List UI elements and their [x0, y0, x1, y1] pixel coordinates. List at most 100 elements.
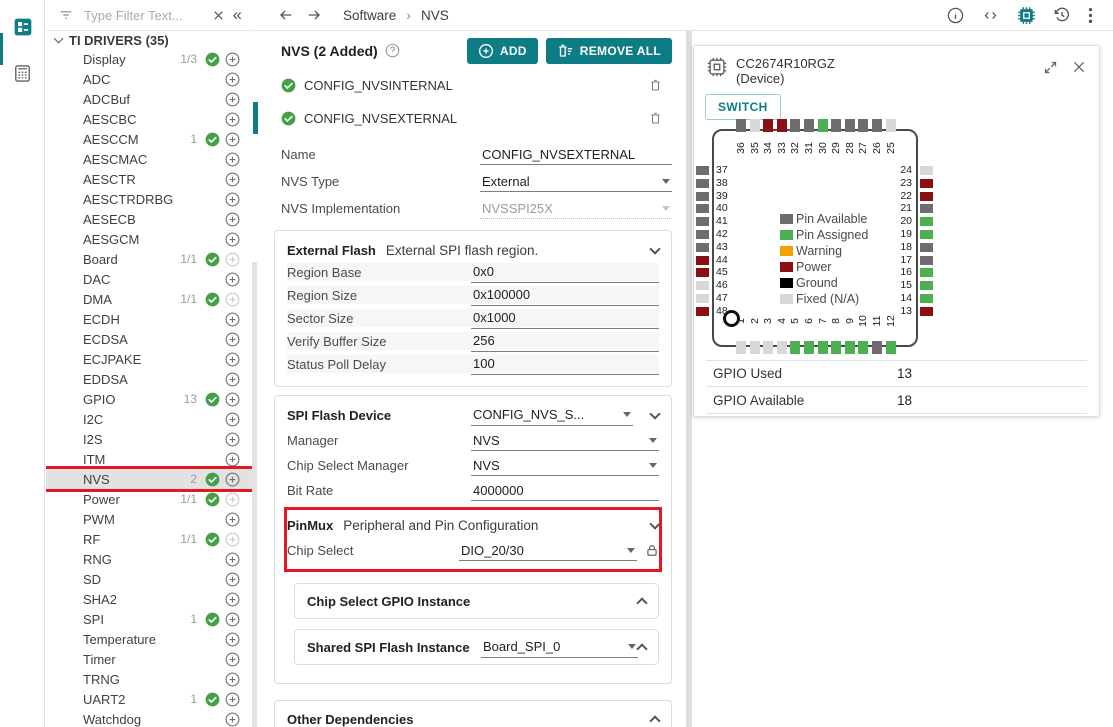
- shared-spi-flash-instance-section[interactable]: Shared SPI Flash Instance Board_SPI_0: [294, 629, 659, 665]
- filter-input[interactable]: [82, 7, 204, 24]
- help-icon[interactable]: [385, 43, 400, 58]
- pin-2[interactable]: [750, 341, 760, 354]
- pin-4[interactable]: [777, 341, 787, 354]
- pin-41[interactable]: [696, 217, 709, 226]
- more-icon[interactable]: [1088, 7, 1093, 24]
- tree-group-header[interactable]: TI DRIVERS (35): [46, 31, 252, 49]
- sidebar-item-watchdog[interactable]: Watchdog: [46, 709, 252, 727]
- sidebar-item-dac[interactable]: DAC: [46, 269, 252, 289]
- sidebar-item-rf[interactable]: RF1/1: [46, 529, 252, 549]
- breadcrumb-software[interactable]: Software: [343, 8, 396, 23]
- pin-39[interactable]: [696, 192, 709, 201]
- pin-7[interactable]: [818, 341, 828, 354]
- field-status-poll-delay[interactable]: 100: [471, 354, 659, 375]
- sidebar-item-i2s[interactable]: I2S: [46, 429, 252, 449]
- field-verify-buffer-size[interactable]: 256: [471, 331, 659, 352]
- sidebar-scrollbar[interactable]: [252, 262, 257, 727]
- spi-flash-device-select[interactable]: CONFIG_NVS_S...: [471, 405, 633, 426]
- sidebar-item-ecdsa[interactable]: ECDSA: [46, 329, 252, 349]
- add-instance-icon[interactable]: [225, 232, 240, 247]
- pin-31[interactable]: [804, 119, 814, 132]
- sidebar-item-ecdh[interactable]: ECDH: [46, 309, 252, 329]
- pin-10[interactable]: [858, 341, 868, 354]
- code-icon[interactable]: [981, 8, 1000, 23]
- pin-47[interactable]: [696, 294, 709, 303]
- add-instance-icon[interactable]: [225, 712, 240, 727]
- sidebar-item-ecjpake[interactable]: ECJPAKE: [46, 349, 252, 369]
- pin-17[interactable]: [920, 256, 933, 265]
- add-instance-icon[interactable]: [225, 352, 240, 367]
- pin-24[interactable]: [920, 166, 933, 175]
- chip-select-gpio-instance-section[interactable]: Chip Select GPIO Instance: [294, 583, 659, 619]
- sidebar-item-aesecb[interactable]: AESECB: [46, 209, 252, 229]
- sidebar-item-power[interactable]: Power1/1: [46, 489, 252, 509]
- add-instance-icon[interactable]: [225, 392, 240, 407]
- sidebar-item-aescbc[interactable]: AESCBC: [46, 109, 252, 129]
- sidebar-item-aescmac[interactable]: AESCMAC: [46, 149, 252, 169]
- sidebar-item-eddsa[interactable]: EDDSA: [46, 369, 252, 389]
- pin-48[interactable]: [696, 307, 709, 316]
- sidebar-item-pwm[interactable]: PWM: [46, 509, 252, 529]
- field-sector-size[interactable]: 0x1000: [471, 308, 659, 329]
- pin-5[interactable]: [790, 341, 800, 354]
- pin-46[interactable]: [696, 281, 709, 290]
- add-instance-icon[interactable]: [225, 172, 240, 187]
- sidebar-item-spi[interactable]: SPI1: [46, 609, 252, 629]
- pin-40[interactable]: [696, 204, 709, 213]
- add-instance-icon[interactable]: [225, 312, 240, 327]
- add-instance-icon[interactable]: [225, 52, 240, 67]
- pin-32[interactable]: [790, 119, 800, 132]
- pin-15[interactable]: [920, 281, 933, 290]
- sidebar-item-adc[interactable]: ADC: [46, 69, 252, 89]
- pin-21[interactable]: [920, 204, 933, 213]
- pin-6[interactable]: [804, 341, 814, 354]
- add-instance-icon[interactable]: [225, 412, 240, 427]
- sidebar-item-trng[interactable]: TRNG: [46, 669, 252, 689]
- nvs-instance-row[interactable]: CONFIG_NVSEXTERNAL: [281, 105, 672, 131]
- field-bit-rate[interactable]: 4000000: [471, 480, 659, 501]
- add-instance-icon[interactable]: [225, 692, 240, 707]
- add-instance-icon[interactable]: [225, 212, 240, 227]
- remove-all-button[interactable]: REMOVE ALL: [546, 38, 672, 64]
- info-icon[interactable]: [947, 7, 964, 24]
- pin-29[interactable]: [831, 119, 841, 132]
- pin-42[interactable]: [696, 230, 709, 239]
- sidebar-item-nvs[interactable]: NVS2: [46, 469, 252, 489]
- sidebar-item-sd[interactable]: SD: [46, 569, 252, 589]
- add-instance-icon[interactable]: [225, 192, 240, 207]
- pin-3[interactable]: [763, 341, 773, 354]
- back-arrow-icon[interactable]: [277, 7, 295, 23]
- pin-13[interactable]: [920, 307, 933, 316]
- pin-33[interactable]: [777, 119, 787, 132]
- sidebar-item-display[interactable]: Display1/3: [46, 49, 252, 69]
- sidebar-item-dma[interactable]: DMA1/1: [46, 289, 252, 309]
- collapse-panel-icon[interactable]: «: [233, 6, 242, 23]
- add-instance-icon[interactable]: [225, 632, 240, 647]
- add-instance-icon[interactable]: [225, 272, 240, 287]
- sidebar-item-temperature[interactable]: Temperature: [46, 629, 252, 649]
- add-instance-icon[interactable]: [225, 612, 240, 627]
- pin-34[interactable]: [763, 119, 773, 132]
- pin-22[interactable]: [920, 192, 933, 201]
- other-dependencies-header[interactable]: Other Dependencies: [287, 707, 659, 727]
- shared-spi-flash-select[interactable]: Board_SPI_0: [481, 637, 638, 658]
- add-button[interactable]: ADD: [467, 38, 538, 64]
- field-nvs-type[interactable]: External: [480, 171, 672, 192]
- pin-18[interactable]: [920, 243, 933, 252]
- sidebar-item-sha2[interactable]: SHA2: [46, 589, 252, 609]
- add-instance-icon[interactable]: [225, 152, 240, 167]
- add-instance-icon[interactable]: [225, 512, 240, 527]
- sidebar-item-gpio[interactable]: GPIO13: [46, 389, 252, 409]
- add-instance-icon[interactable]: [225, 332, 240, 347]
- field-chip-select-manager[interactable]: NVS: [471, 455, 659, 476]
- config-scrollbar[interactable]: [686, 31, 692, 727]
- pin-38[interactable]: [696, 179, 709, 188]
- field-manager[interactable]: NVS: [471, 430, 659, 451]
- pin-12[interactable]: [886, 341, 896, 354]
- add-instance-icon[interactable]: [225, 572, 240, 587]
- field-name[interactable]: CONFIG_NVSEXTERNAL: [480, 144, 672, 165]
- external-flash-header[interactable]: External Flash External SPI flash region…: [287, 237, 659, 263]
- pinmux-header[interactable]: PinMux Peripheral and Pin Configuration: [287, 512, 659, 538]
- add-instance-icon[interactable]: [225, 472, 240, 487]
- pin-25[interactable]: [886, 119, 896, 132]
